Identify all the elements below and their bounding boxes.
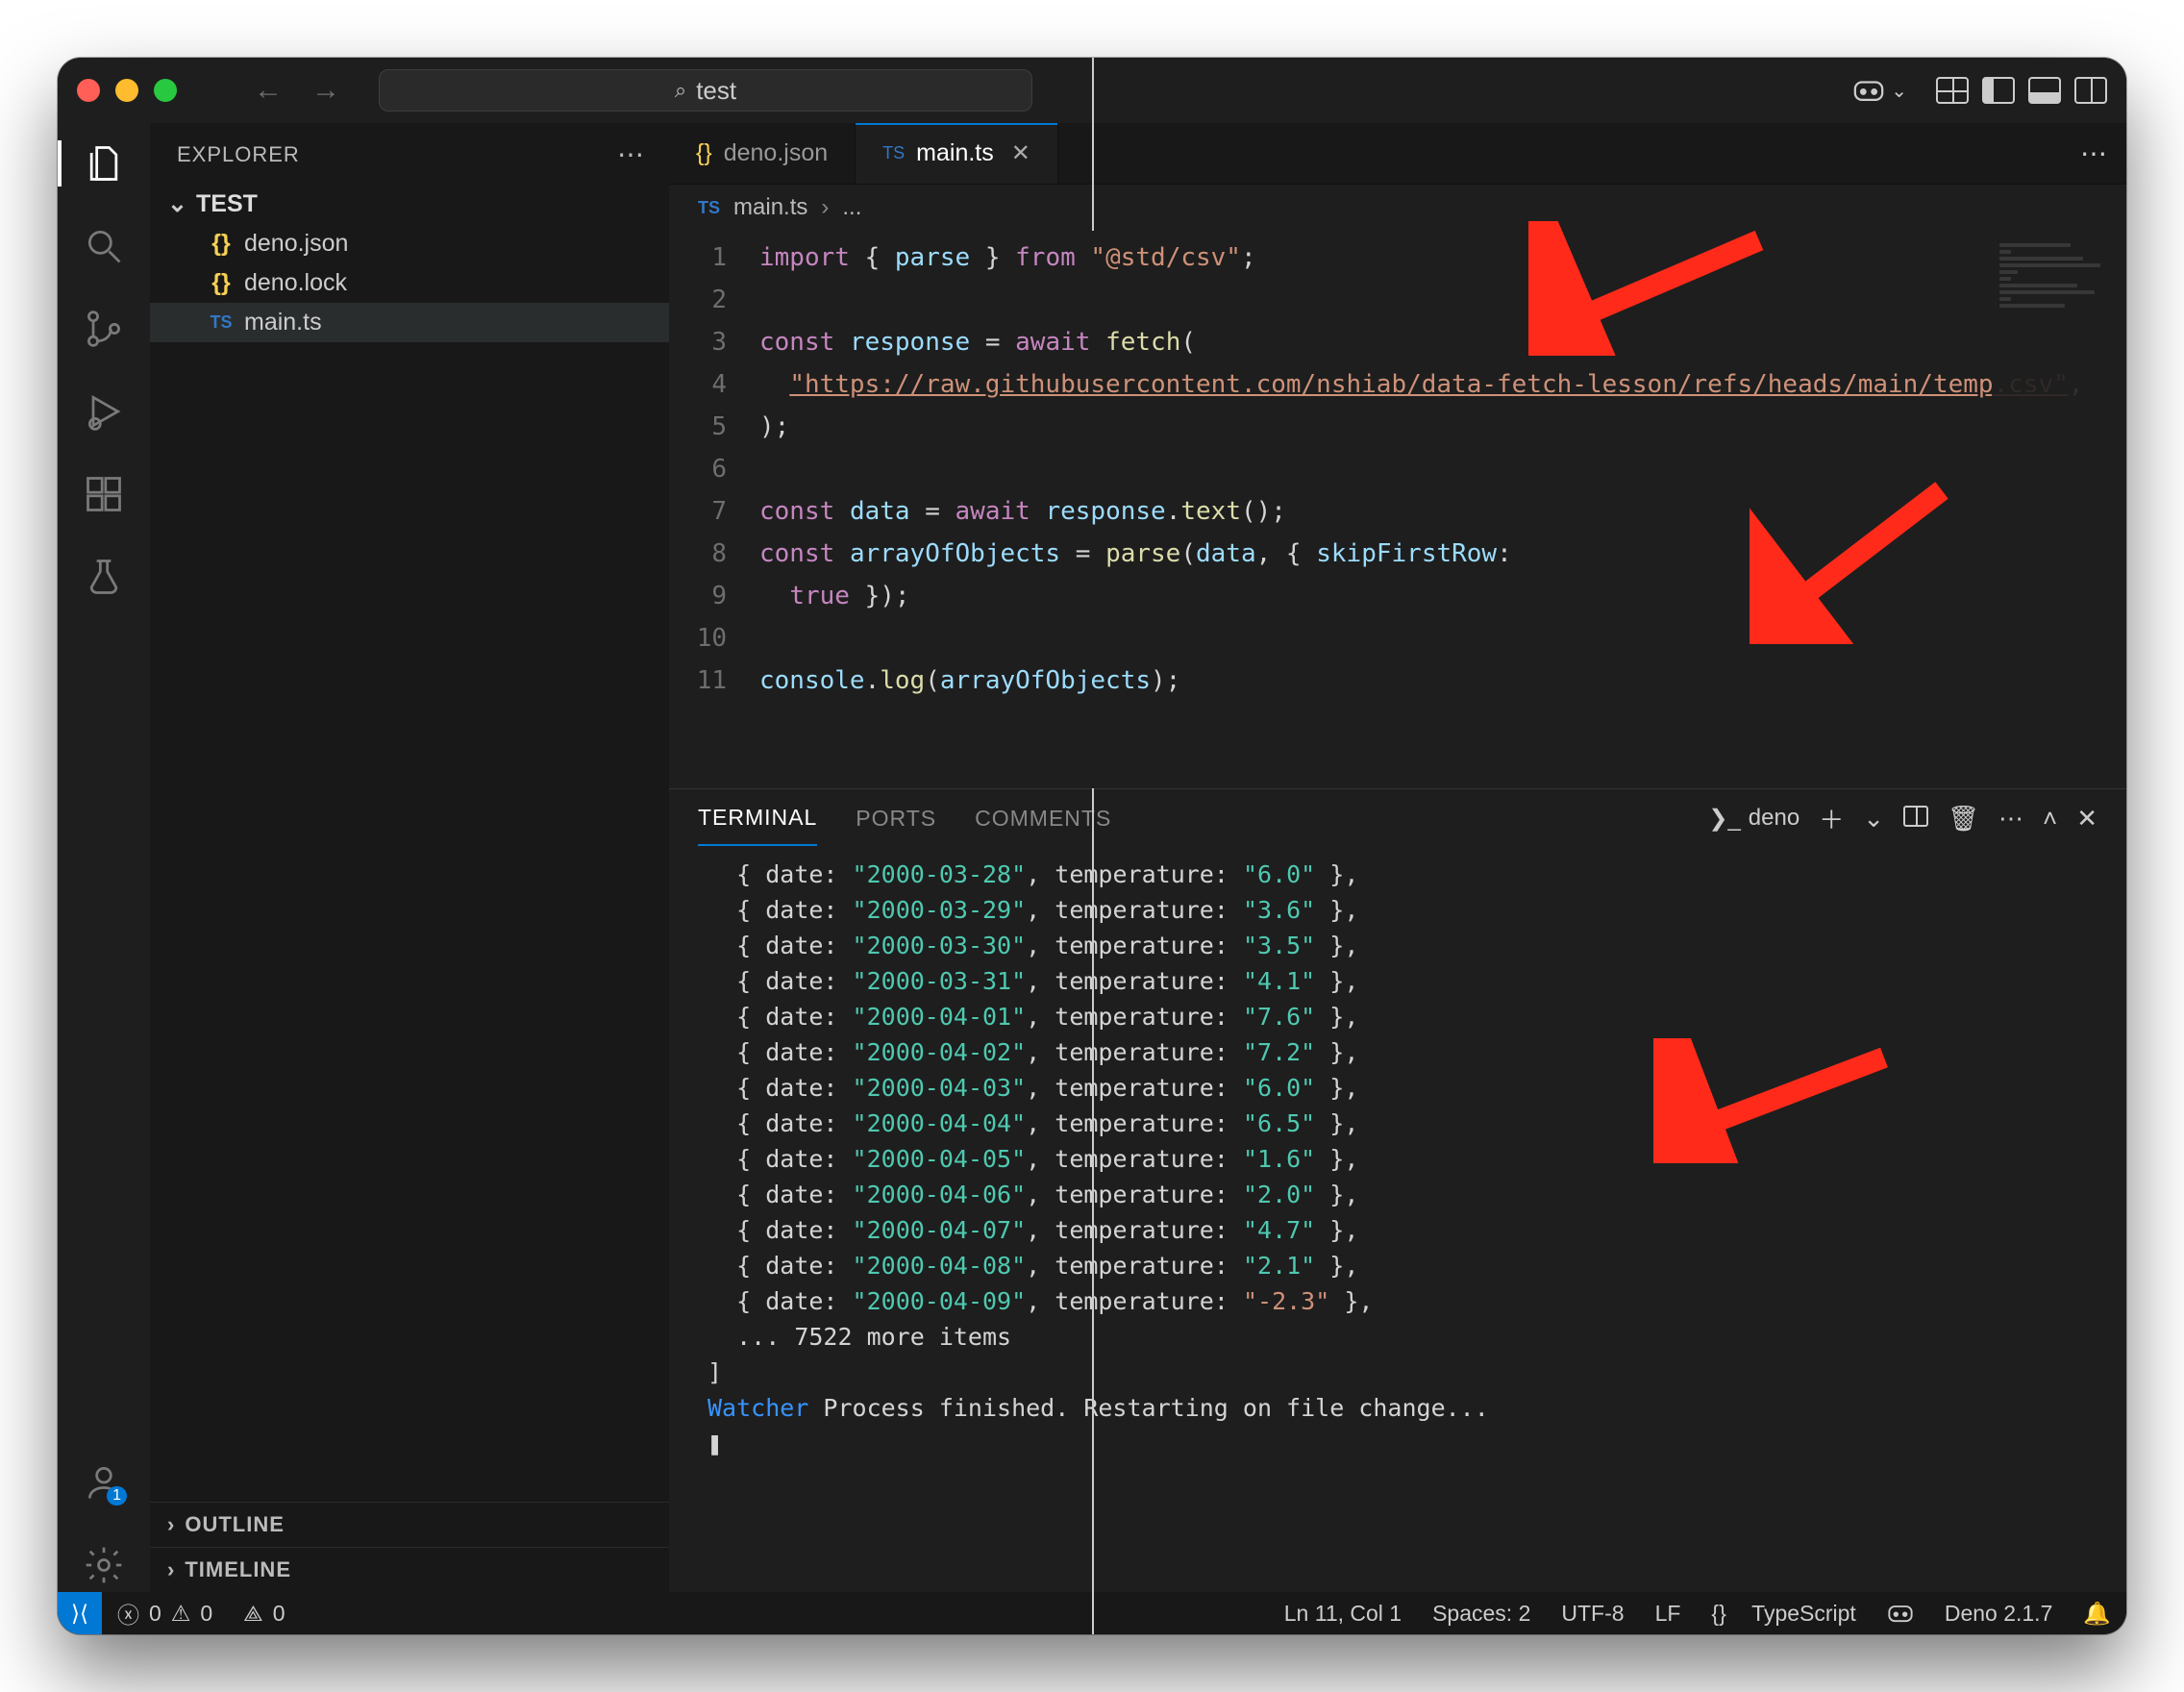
indent-status[interactable]: Spaces: 2 [1417,1601,1546,1627]
file-label: deno.json [244,230,348,258]
nav-forward-icon[interactable]: → [302,70,350,111]
activity-bar: 1 [58,123,150,1592]
traffic-lights [77,79,177,102]
breadcrumb[interactable]: TS main.ts › ... [669,185,2126,231]
terminal-profile[interactable]: ❯_ deno [1708,805,1799,833]
chevron-down-icon[interactable]: ⌄ [1863,804,1884,834]
search-activity-icon[interactable] [77,219,131,273]
vscode-window: ← → ⌕ test ⌄ [58,58,2126,1634]
terminal-output[interactable]: { date: "2000-03-28", temperature: "6.0"… [669,847,2126,1592]
accounts-badge: 1 [107,1486,127,1505]
file-main-ts[interactable]: TS main.ts [150,303,669,342]
nav-back-icon[interactable]: ← [244,70,292,111]
json-icon: {} [208,269,235,297]
search-icon: ⌕ [675,78,686,103]
sidebar-title: EXPLORER [177,142,300,167]
search-text: test [696,76,736,106]
chevron-right-icon: › [167,1512,175,1537]
file-label: main.ts [244,309,322,336]
tab-main-ts[interactable]: TSmain.ts✕ [856,123,1058,184]
split-terminal-icon[interactable] [1903,804,1928,834]
ports-status[interactable]: ⟁0 [228,1601,300,1627]
toggle-sidebar-icon[interactable] [1982,77,2015,104]
new-terminal-icon[interactable]: ＋ [1819,801,1844,836]
copilot-status-icon[interactable] [1872,1602,1929,1625]
encoding-status[interactable]: UTF-8 [1546,1601,1639,1627]
line-gutter: 1234567891011 [669,231,746,788]
minimize-window-icon[interactable] [115,79,138,102]
folder-name: TEST [196,190,258,218]
editor-tabs: {}deno.jsonTSmain.ts✕ ⋯ [669,123,2126,185]
tab-terminal[interactable]: TERMINAL [698,791,817,846]
folder-root[interactable]: ⌄ TEST [150,184,669,224]
cursor-position[interactable]: Ln 11, Col 1 [1269,1601,1417,1627]
code-content[interactable]: import { parse } from "@std/csv"; const … [746,231,2126,788]
more-icon[interactable]: ⋯ [1998,804,2023,834]
sidebar-more-icon[interactable]: ⋯ [617,138,646,170]
warning-icon: ⚠ [171,1601,191,1627]
ts-icon: TS [882,143,905,163]
split-editor-icon[interactable] [2032,141,2061,166]
explorer-sidebar: EXPLORER ⋯ ⌄ TEST {} deno.json {} deno.lock… [150,123,669,1592]
extensions-icon[interactable] [77,467,131,521]
tab-comments[interactable]: COMMENTS [975,792,1111,845]
copilot-icon[interactable]: ⌄ [1852,76,1907,105]
chevron-right-icon: › [167,1557,175,1582]
timeline-section[interactable]: › TIMELINE [150,1547,669,1592]
bottom-panel: TERMINAL PORTS COMMENTS ❯_ deno ＋ ⌄ [669,788,2126,1592]
nav-arrows: ← → [244,70,350,111]
testing-icon[interactable] [77,550,131,604]
file-deno-lock[interactable]: {} deno.lock [150,263,669,303]
eol-status[interactable]: LF [1640,1601,1697,1627]
problems-status[interactable]: ⓧ0 ⚠0 [102,1597,228,1630]
chevron-down-icon: ⌄ [167,189,186,218]
json-icon: {} [696,139,712,167]
remote-indicator[interactable]: ⟩⟨ [58,1592,102,1634]
chevron-down-icon: ⌄ [1891,79,1907,103]
error-icon: ⓧ [117,1597,139,1630]
ts-icon: TS [698,198,720,218]
source-control-icon[interactable] [77,302,131,356]
editor-area: {}deno.jsonTSmain.ts✕ ⋯ TS main.ts › ...… [669,123,2126,1592]
json-icon: {} [208,230,235,258]
outline-section[interactable]: › OUTLINE [150,1502,669,1547]
layout-controls [1936,77,2107,104]
chevron-up-icon[interactable]: ˄ [2043,804,2057,834]
code-editor[interactable]: 1234567891011 import { parse } from "@st… [669,231,2126,788]
explorer-icon[interactable] [77,137,131,190]
command-center[interactable]: ⌕ test [379,69,1032,112]
trash-icon[interactable]: 🗑 [1948,804,1979,834]
close-panel-icon[interactable]: ✕ [2076,804,2097,834]
toggle-secondary-sidebar-icon[interactable] [2074,77,2107,104]
close-window-icon[interactable] [77,79,100,102]
editor-more-icon[interactable]: ⋯ [2080,137,2107,169]
radio-icon: ⟁ [243,1601,263,1627]
terminal-icon: ❯_ [1708,805,1740,833]
close-tab-icon[interactable]: ✕ [1011,139,1030,167]
settings-gear-icon[interactable] [77,1538,131,1592]
tab-deno-json[interactable]: {}deno.json [669,123,856,184]
ts-icon: TS [208,312,235,333]
chevron-right-icon: › [821,194,829,221]
maximize-window-icon[interactable] [154,79,177,102]
tab-ports[interactable]: PORTS [856,792,936,845]
remote-icon: ⟩⟨ [71,1601,88,1627]
language-status[interactable]: {} TypeScript [1696,1601,1871,1627]
file-deno-json[interactable]: {} deno.json [150,224,669,263]
file-label: deno.lock [244,269,347,297]
run-debug-icon[interactable] [77,385,131,438]
minimap[interactable] [1992,231,2126,788]
notifications-icon[interactable]: 🔔 [2068,1601,2126,1627]
accounts-icon[interactable]: 1 [77,1456,131,1509]
layout-customize-icon[interactable] [1936,77,1969,104]
deno-status[interactable]: Deno 2.1.7 [1929,1601,2069,1627]
toggle-panel-icon[interactable] [2028,77,2061,104]
